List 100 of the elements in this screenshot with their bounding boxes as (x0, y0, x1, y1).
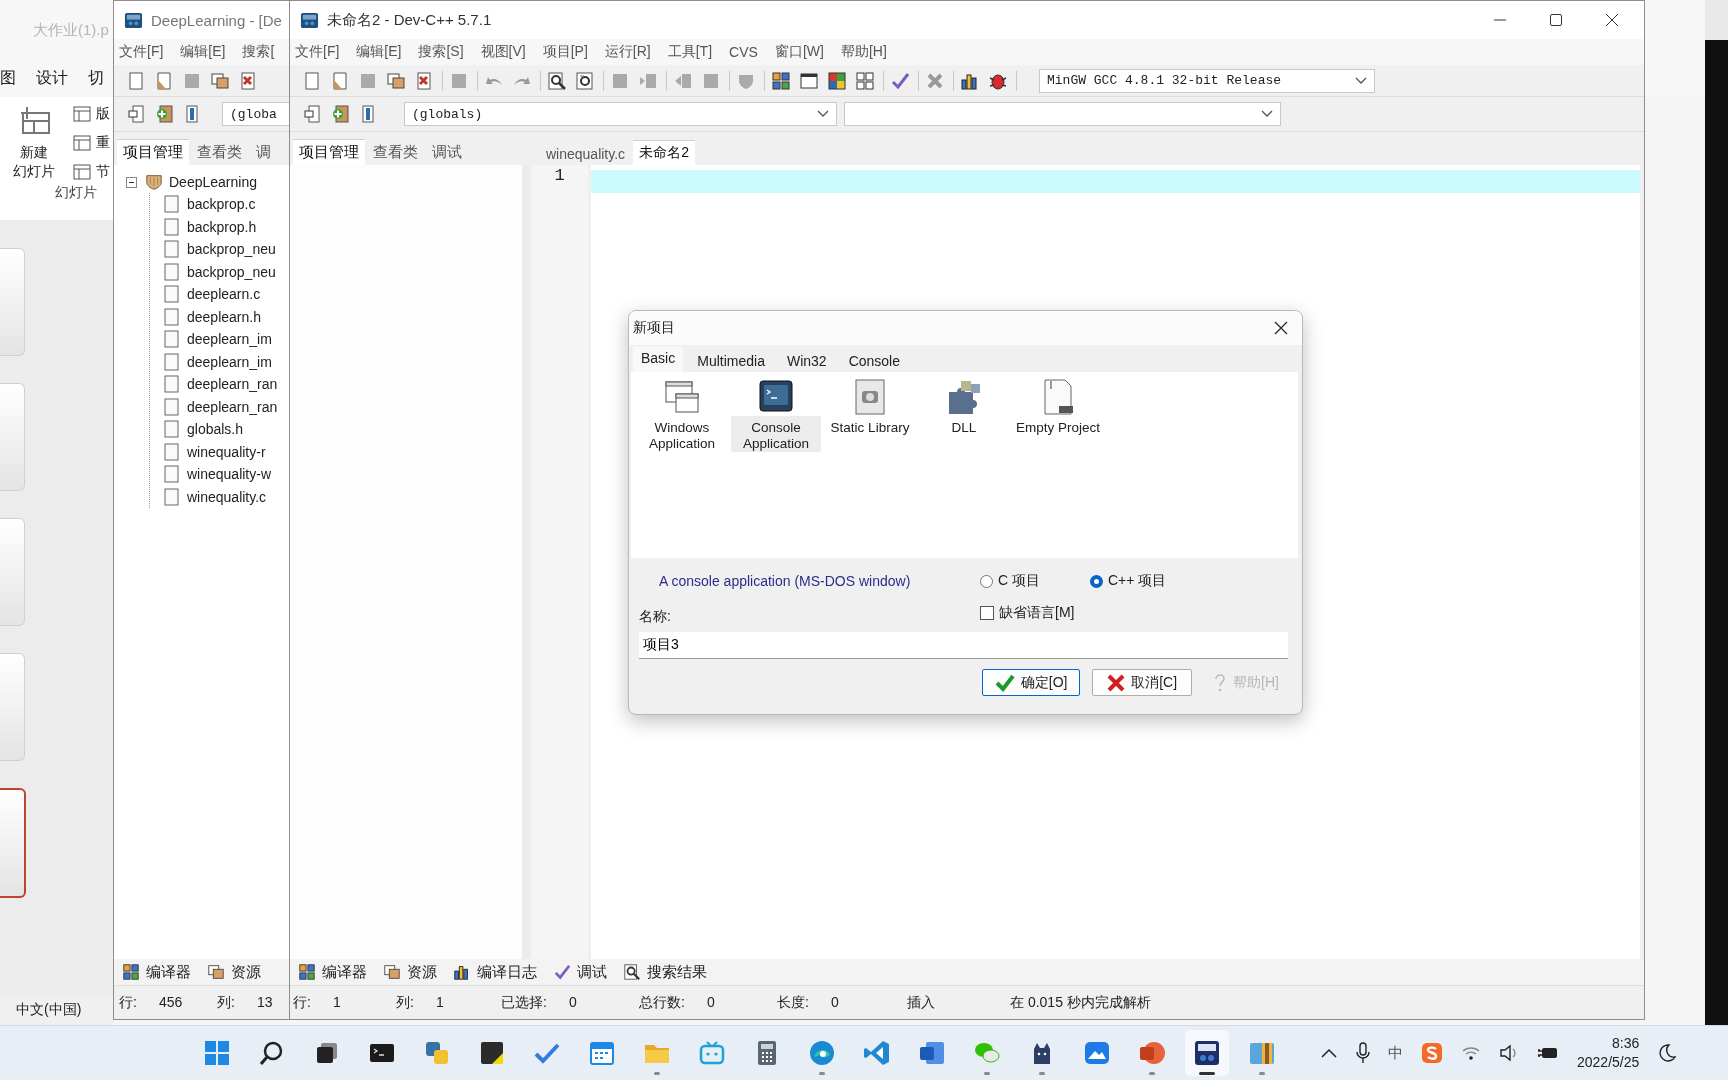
grid-outline-icon[interactable] (855, 70, 875, 91)
tree-item[interactable]: winequality.c (187, 488, 267, 505)
scope-dropdown[interactable]: (globals) (404, 102, 837, 126)
stacked-windows-icon[interactable] (386, 70, 406, 91)
insert-icon[interactable] (302, 104, 322, 124)
menu-item[interactable]: 编辑[E] (180, 43, 226, 61)
microphone-icon[interactable] (1356, 1042, 1370, 1064)
panel-tab[interactable]: 调试 (426, 140, 468, 165)
page-cross-icon[interactable] (414, 70, 434, 91)
bottom-tab[interactable]: 编译器 (296, 962, 369, 982)
menu-item[interactable]: 搜索[ (242, 43, 275, 61)
tree-item[interactable]: backprop.h (187, 218, 257, 235)
page-icon[interactable] (126, 70, 146, 91)
bottom-tab[interactable]: 搜索结果 (621, 962, 709, 982)
template-item[interactable]: Windows Application (635, 378, 729, 454)
template-item[interactable]: Empty Project (1011, 378, 1105, 438)
tree-item[interactable]: winequality-r (187, 443, 266, 460)
tree-item[interactable]: winequality-w (187, 466, 272, 483)
color-grid-icon[interactable] (827, 70, 847, 91)
name-field[interactable]: 项目3 (639, 632, 1288, 659)
close-icon[interactable] (1605, 13, 1619, 27)
default-language-checkbox[interactable]: 缺省语言[M] (980, 604, 1292, 622)
tree-item[interactable]: backprop_neu (187, 263, 276, 280)
slide-thumbnail[interactable] (0, 788, 26, 898)
dialog-tab[interactable]: Console (840, 350, 908, 372)
template-item[interactable]: Static Library (823, 378, 917, 438)
editor-tab[interactable]: 未命名2 (633, 141, 695, 165)
dialog-button[interactable]: 确定[O] (982, 669, 1081, 696)
add-icon[interactable] (154, 104, 174, 124)
checkbox[interactable] (980, 606, 994, 620)
stacked-windows-icon[interactable] (210, 70, 230, 91)
bottom-tab[interactable]: 资源 (381, 962, 439, 982)
tree-item[interactable]: deeplearn_ran (187, 376, 278, 393)
find-icon[interactable] (547, 70, 567, 91)
folded-page-icon[interactable] (330, 70, 350, 91)
bottom-tab[interactable]: 编译器 (120, 962, 193, 982)
bottom-tab[interactable]: 调试 (551, 962, 609, 982)
clock-time[interactable]: 8:36 (1612, 1034, 1640, 1053)
dialog-tab[interactable]: Multimedia (689, 350, 773, 372)
menu-item[interactable]: CVS (729, 44, 758, 60)
menu-item[interactable]: 项目[P] (542, 43, 588, 61)
bottom-tab[interactable]: 编译日志 (451, 962, 539, 982)
tree-item[interactable]: backprop.c (187, 196, 256, 213)
editor-tab[interactable]: winequality.c (540, 143, 632, 165)
s-logo-icon[interactable] (1421, 1042, 1443, 1064)
template-item[interactable]: Console Application (729, 378, 823, 454)
tree-item[interactable]: deeplearn.h (187, 308, 261, 325)
taskbar-app-button[interactable] (1185, 1030, 1229, 1076)
tree-item[interactable]: deeplearn_ran (187, 398, 278, 415)
ribbon-button[interactable]: 重 (73, 134, 110, 152)
dialog-tab[interactable]: Win32 (778, 350, 835, 372)
tree-item[interactable]: deeplearn.c (187, 286, 261, 303)
compiler-dropdown[interactable]: MinGW GCC 4.8.1 32-bit Release (1039, 68, 1375, 93)
menu-item[interactable]: 文件[F] (119, 43, 164, 61)
ribbon-button[interactable]: 节 (73, 163, 110, 181)
caret-up-icon[interactable] (1320, 1047, 1338, 1059)
tree-item[interactable]: globals.h (187, 421, 244, 438)
template-item[interactable]: DLL (917, 378, 1011, 438)
tree-item[interactable]: DeepLearning (169, 174, 257, 190)
window-icon[interactable] (799, 70, 819, 91)
dialog-tab[interactable]: Basic (633, 347, 684, 372)
tree-item[interactable]: deeplearn_im (187, 331, 272, 348)
ribbon-tab[interactable]: 设计 (36, 68, 72, 89)
clock-date[interactable]: 2022/5/25 (1577, 1053, 1640, 1072)
scope-dropdown[interactable]: (globa (222, 102, 289, 126)
menu-item[interactable]: 文件[F] (295, 43, 340, 61)
menu-item[interactable]: 搜索[S] (418, 43, 464, 61)
input-method-indicator[interactable]: 中 (1388, 1043, 1403, 1063)
ribbon-tab[interactable]: 切 (88, 68, 108, 89)
wifi-icon[interactable] (1461, 1045, 1481, 1061)
tiles-icon[interactable] (771, 70, 791, 91)
bottom-tab[interactable]: 资源 (205, 962, 263, 982)
menu-item[interactable]: 运行[R] (604, 43, 651, 61)
panel-tab[interactable]: 查看类 (367, 140, 424, 165)
add-icon[interactable] (330, 104, 350, 124)
ribbon-button[interactable]: 版 (73, 105, 110, 123)
panel-tab[interactable]: 项目管理 (117, 140, 189, 165)
maximize-icon[interactable] (1549, 13, 1563, 27)
tree-item[interactable]: backprop_neu (187, 241, 276, 258)
panel-tab[interactable]: 项目管理 (293, 140, 365, 165)
speaker-icon[interactable] (1499, 1044, 1519, 1062)
language-radio[interactable]: C++ 项目 (1090, 572, 1167, 590)
radio-circle[interactable] (980, 574, 993, 588)
language-radio[interactable]: C 项目 (980, 572, 1040, 590)
menu-item[interactable]: 窗口[W] (774, 43, 824, 61)
menu-item[interactable]: 工具[T] (667, 43, 713, 61)
collapse-icon[interactable] (126, 176, 137, 188)
find-page-icon[interactable] (575, 70, 595, 91)
panel-tab[interactable]: 查看类 (191, 140, 248, 165)
menu-item[interactable]: 视图[V] (480, 43, 526, 61)
page-icon[interactable] (302, 70, 322, 91)
new-slide-button[interactable]: 新建 幻灯片 (3, 105, 65, 181)
panel-tab[interactable]: 调 (250, 140, 277, 165)
folded-page-icon[interactable] (154, 70, 174, 91)
moon-icon[interactable] (1657, 1043, 1678, 1063)
close-icon[interactable] (1274, 321, 1288, 335)
dialog-button[interactable]: 取消[C] (1092, 669, 1193, 696)
insert-icon[interactable] (126, 104, 146, 124)
ribbon-tab[interactable]: 图 (0, 68, 20, 89)
battery-icon[interactable] (1537, 1045, 1559, 1061)
